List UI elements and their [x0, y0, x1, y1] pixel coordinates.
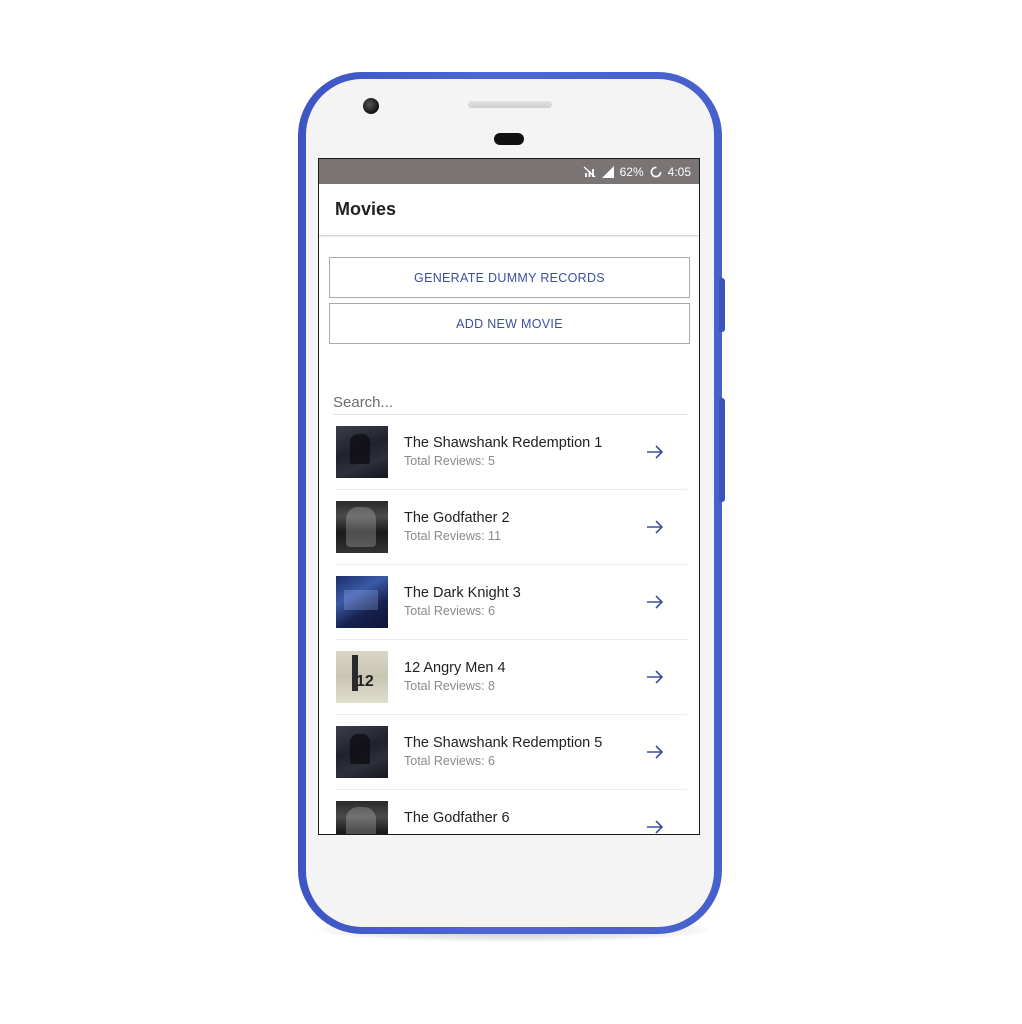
main-content: GENERATE DUMMY RECORDS ADD NEW MOVIE — [319, 236, 699, 344]
app-bar: Movies — [319, 184, 699, 236]
movie-poster — [336, 726, 388, 778]
list-item[interactable]: 12 12 Angry Men 4 Total Reviews: 8 — [336, 640, 687, 715]
arrow-right-icon[interactable] — [645, 593, 665, 611]
status-bar: 62% 4:05 — [319, 159, 699, 184]
movie-title: The Shawshank Redemption 5 — [404, 735, 603, 751]
list-item[interactable]: The Shawshank Redemption 5 Total Reviews… — [336, 715, 687, 790]
movie-list: The Shawshank Redemption 1 Total Reviews… — [336, 415, 687, 834]
movie-title: 12 Angry Men 4 — [404, 660, 506, 676]
generate-dummy-records-button[interactable]: GENERATE DUMMY RECORDS — [329, 257, 690, 298]
search-input[interactable] — [333, 394, 687, 411]
arrow-right-icon[interactable] — [645, 818, 665, 834]
page-title: Movies — [335, 199, 397, 219]
movie-poster: 12 — [336, 651, 388, 703]
arrow-right-icon[interactable] — [645, 668, 665, 686]
earpiece-speaker — [468, 101, 552, 108]
proximity-sensor — [494, 133, 524, 145]
app-screen: 62% 4:05 Movies GENERATE DUMMY RECORDS A… — [318, 158, 700, 835]
movie-title: The Godfather 2 — [404, 510, 510, 526]
movie-poster — [336, 501, 388, 553]
battery-percent: 62% — [619, 164, 644, 179]
list-item[interactable]: The Godfather 6 — [336, 790, 687, 834]
add-new-movie-button[interactable]: ADD NEW MOVIE — [329, 303, 690, 344]
movie-title: The Shawshank Redemption 1 — [404, 435, 603, 451]
movie-poster — [336, 426, 388, 478]
front-camera — [363, 98, 379, 114]
no-sim-icon — [583, 166, 596, 178]
power-button — [719, 278, 725, 332]
movie-reviews: Total Reviews: 5 — [404, 454, 496, 468]
battery-charging-icon — [650, 166, 662, 178]
clock: 4:05 — [667, 164, 691, 179]
arrow-right-icon[interactable] — [645, 518, 665, 536]
phone-chin — [306, 835, 714, 927]
movie-reviews: Total Reviews: 8 — [404, 679, 496, 693]
signal-icon — [601, 165, 614, 178]
list-item[interactable]: The Godfather 2 Total Reviews: 11 — [336, 490, 687, 565]
volume-button — [719, 398, 725, 502]
movie-poster — [336, 576, 388, 628]
movie-reviews: Total Reviews: 11 — [404, 529, 502, 543]
list-item[interactable]: The Shawshank Redemption 1 Total Reviews… — [336, 415, 687, 490]
arrow-right-icon[interactable] — [645, 443, 665, 461]
arrow-right-icon[interactable] — [645, 743, 665, 761]
list-item[interactable]: The Dark Knight 3 Total Reviews: 6 — [336, 565, 687, 640]
movie-title: The Dark Knight 3 — [404, 585, 521, 601]
movie-reviews: Total Reviews: 6 — [404, 604, 496, 618]
movie-title: The Godfather 6 — [404, 810, 510, 826]
movie-reviews: Total Reviews: 6 — [404, 754, 496, 768]
movie-poster — [336, 801, 388, 834]
search-field — [333, 394, 687, 415]
